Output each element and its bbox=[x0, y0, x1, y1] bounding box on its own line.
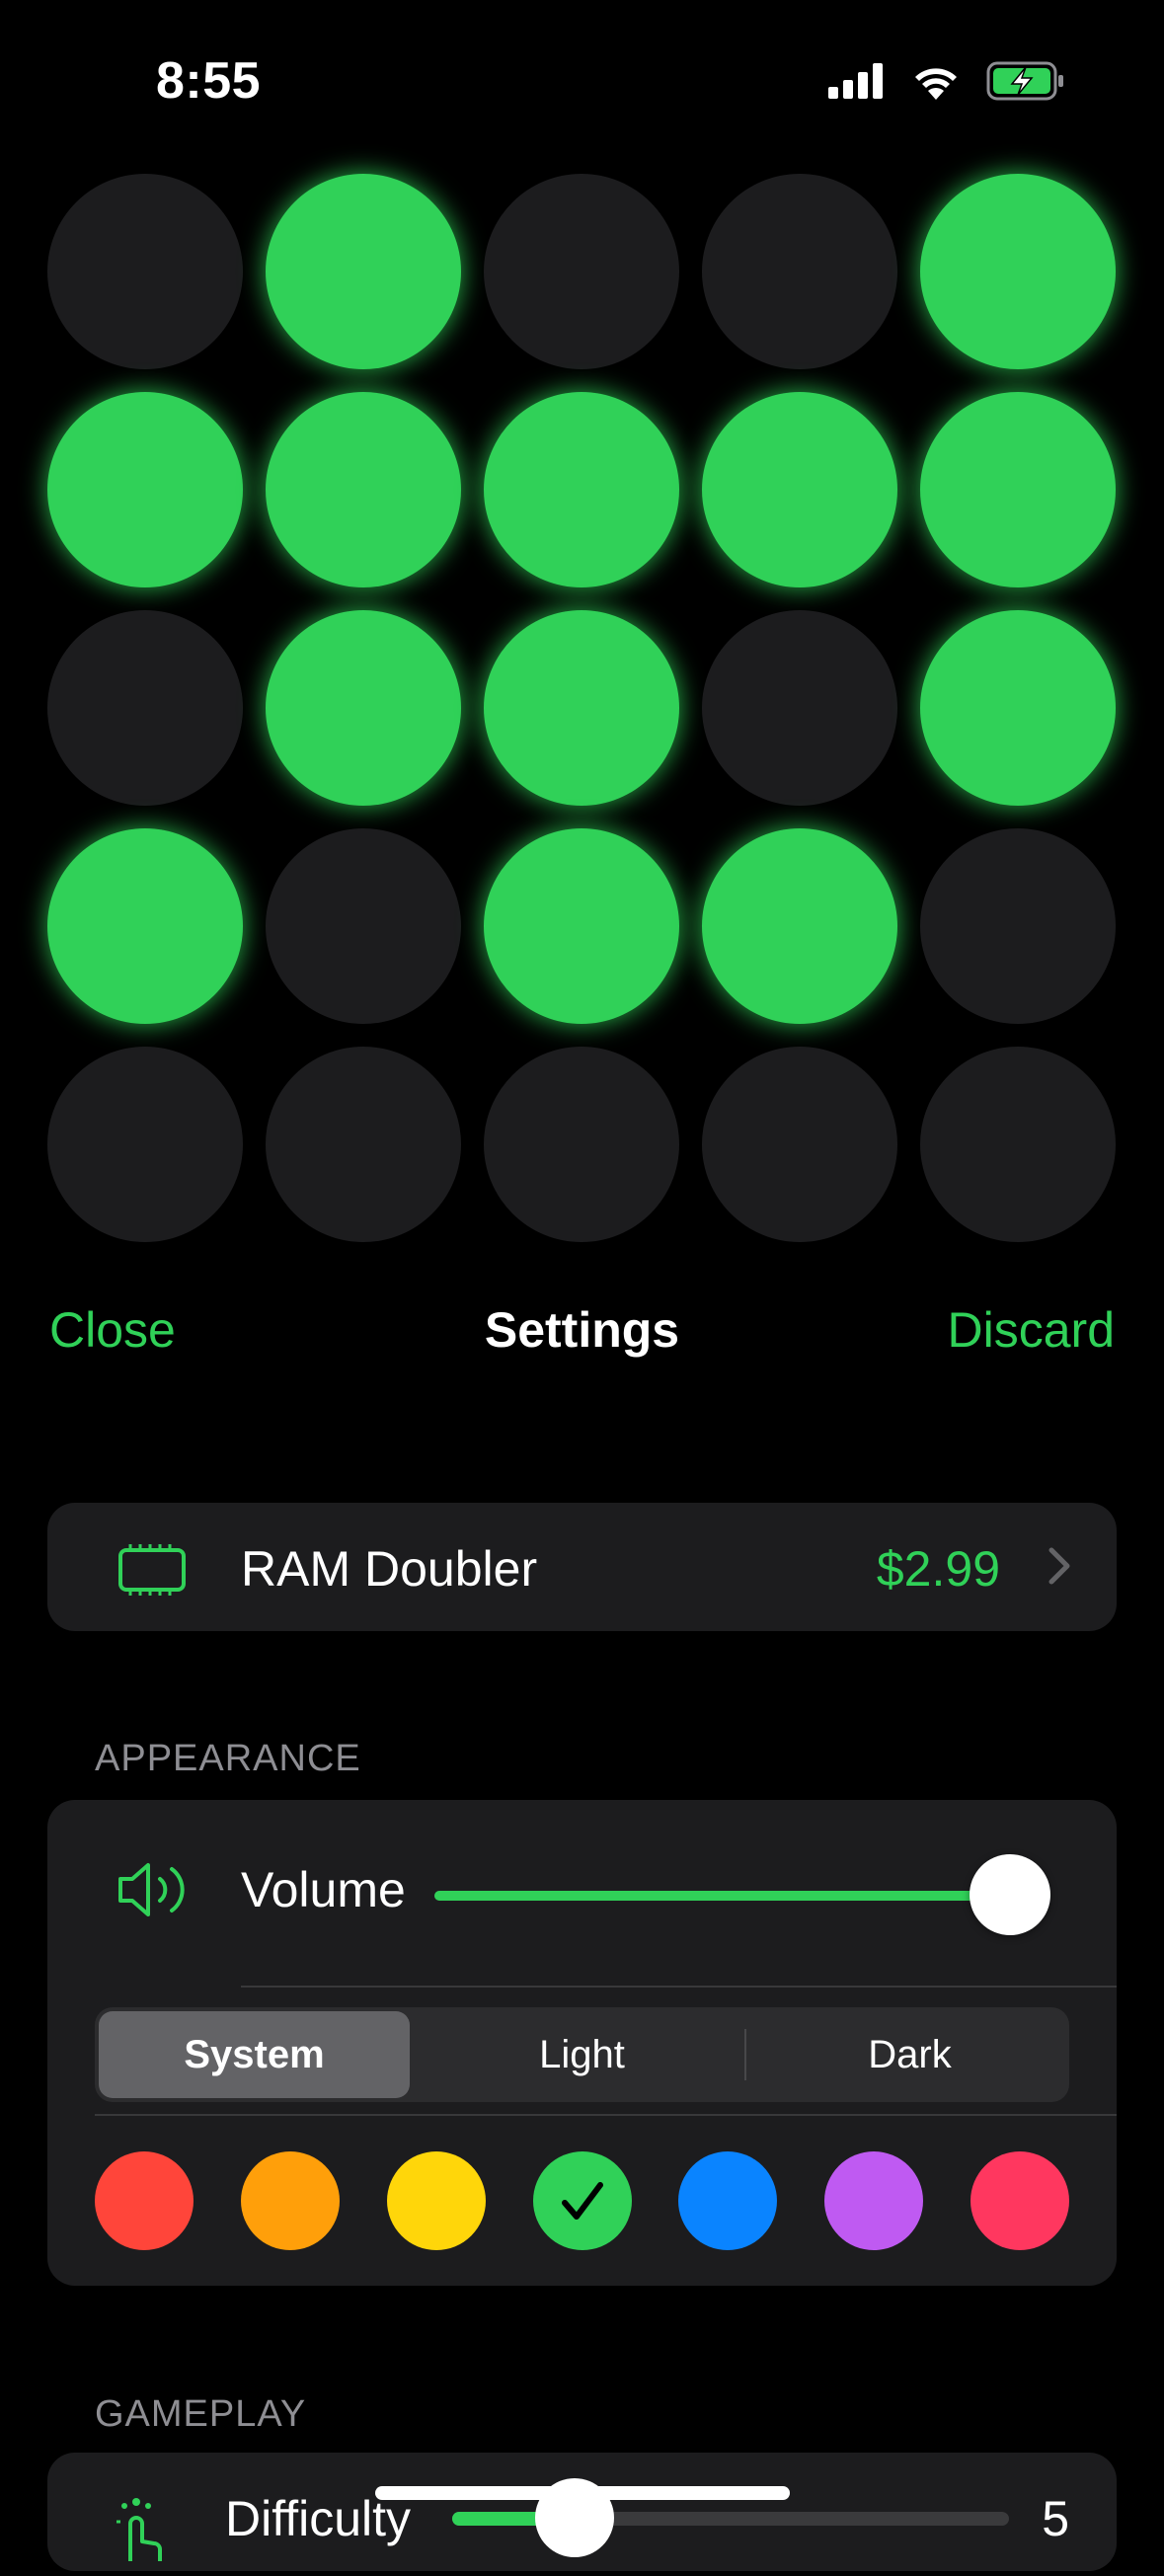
volume-slider-fill bbox=[434, 1891, 1050, 1901]
light-r2-c3[interactable] bbox=[484, 392, 679, 587]
gameplay-card: Difficulty 5 bbox=[47, 2453, 1117, 2571]
light-r5-c4[interactable] bbox=[702, 1047, 897, 1242]
ram-doubler-row[interactable]: RAM Doubler $2.99 bbox=[47, 1503, 1117, 1631]
divider bbox=[95, 2114, 1117, 2116]
accent-color-swatch[interactable] bbox=[241, 2151, 340, 2250]
accent-color-swatch[interactable] bbox=[824, 2151, 923, 2250]
accent-color-swatch[interactable] bbox=[95, 2151, 194, 2250]
light-r1-c1[interactable] bbox=[47, 174, 243, 369]
light-r4-c4[interactable] bbox=[702, 828, 897, 1024]
nav-bar: Close Settings Discard bbox=[0, 1301, 1164, 1370]
light-r4-c1[interactable] bbox=[47, 828, 243, 1024]
cellular-signal-icon bbox=[828, 63, 886, 104]
light-r5-c1[interactable] bbox=[47, 1047, 243, 1242]
light-r1-c5[interactable] bbox=[920, 174, 1116, 369]
accent-color-swatch[interactable] bbox=[970, 2151, 1069, 2250]
light-r2-c4[interactable] bbox=[702, 392, 897, 587]
ram-doubler-label: RAM Doubler bbox=[241, 1541, 538, 1597]
light-r5-c5[interactable] bbox=[920, 1047, 1116, 1242]
appearance-card: Volume System Light Dark bbox=[47, 1800, 1117, 2286]
theme-segmented-control: System Light Dark bbox=[95, 2007, 1069, 2102]
wifi-icon bbox=[911, 62, 961, 105]
light-r3-c5[interactable] bbox=[920, 610, 1116, 806]
light-r4-c5[interactable] bbox=[920, 828, 1116, 1024]
status-time: 8:55 bbox=[156, 52, 262, 110]
close-button[interactable]: Close bbox=[49, 1301, 176, 1359]
theme-option-system[interactable]: System bbox=[99, 2011, 410, 2098]
battery-charging-icon bbox=[986, 61, 1065, 106]
gameplay-header: GAMEPLAY bbox=[95, 2393, 307, 2435]
home-indicator[interactable] bbox=[375, 2486, 790, 2500]
light-r5-c3[interactable] bbox=[484, 1047, 679, 1242]
accent-color-swatch[interactable] bbox=[678, 2151, 777, 2250]
segment-divider bbox=[744, 2029, 746, 2080]
chevron-right-icon bbox=[1048, 1546, 1071, 1591]
light-r4-c3[interactable] bbox=[484, 828, 679, 1024]
light-r3-c1[interactable] bbox=[47, 610, 243, 806]
lights-board bbox=[47, 174, 1118, 1244]
appearance-header: APPEARANCE bbox=[95, 1738, 361, 1779]
difficulty-value: 5 bbox=[1042, 2491, 1069, 2546]
ram-doubler-price: $2.99 bbox=[876, 1541, 1000, 1597]
accent-color-swatch[interactable] bbox=[387, 2151, 486, 2250]
light-r2-c1[interactable] bbox=[47, 392, 243, 587]
memory-chip-icon bbox=[116, 1544, 188, 1600]
volume-slider-thumb[interactable] bbox=[970, 1854, 1050, 1935]
light-r5-c2[interactable] bbox=[266, 1047, 461, 1242]
theme-option-dark[interactable]: Dark bbox=[754, 2011, 1065, 2098]
divider bbox=[241, 1986, 1117, 1988]
status-icons bbox=[828, 61, 1065, 106]
checkmark-icon bbox=[562, 2182, 603, 2220]
accent-color-swatch[interactable] bbox=[533, 2151, 632, 2250]
light-r1-c3[interactable] bbox=[484, 174, 679, 369]
theme-option-light[interactable]: Light bbox=[427, 2011, 737, 2098]
volume-slider[interactable] bbox=[434, 1854, 1050, 1935]
accent-color-picker bbox=[95, 2151, 1069, 2250]
light-r4-c2[interactable] bbox=[266, 828, 461, 1024]
light-r3-c3[interactable] bbox=[484, 610, 679, 806]
light-r3-c4[interactable] bbox=[702, 610, 897, 806]
discard-button[interactable]: Discard bbox=[948, 1301, 1115, 1359]
light-r3-c2[interactable] bbox=[266, 610, 461, 806]
light-r1-c4[interactable] bbox=[702, 174, 897, 369]
tap-gesture-icon bbox=[103, 2492, 172, 2576]
light-r2-c5[interactable] bbox=[920, 392, 1116, 587]
light-r2-c2[interactable] bbox=[266, 392, 461, 587]
light-r1-c2[interactable] bbox=[266, 174, 461, 369]
speaker-volume-icon bbox=[115, 1859, 194, 1925]
volume-label: Volume bbox=[241, 1862, 406, 1917]
